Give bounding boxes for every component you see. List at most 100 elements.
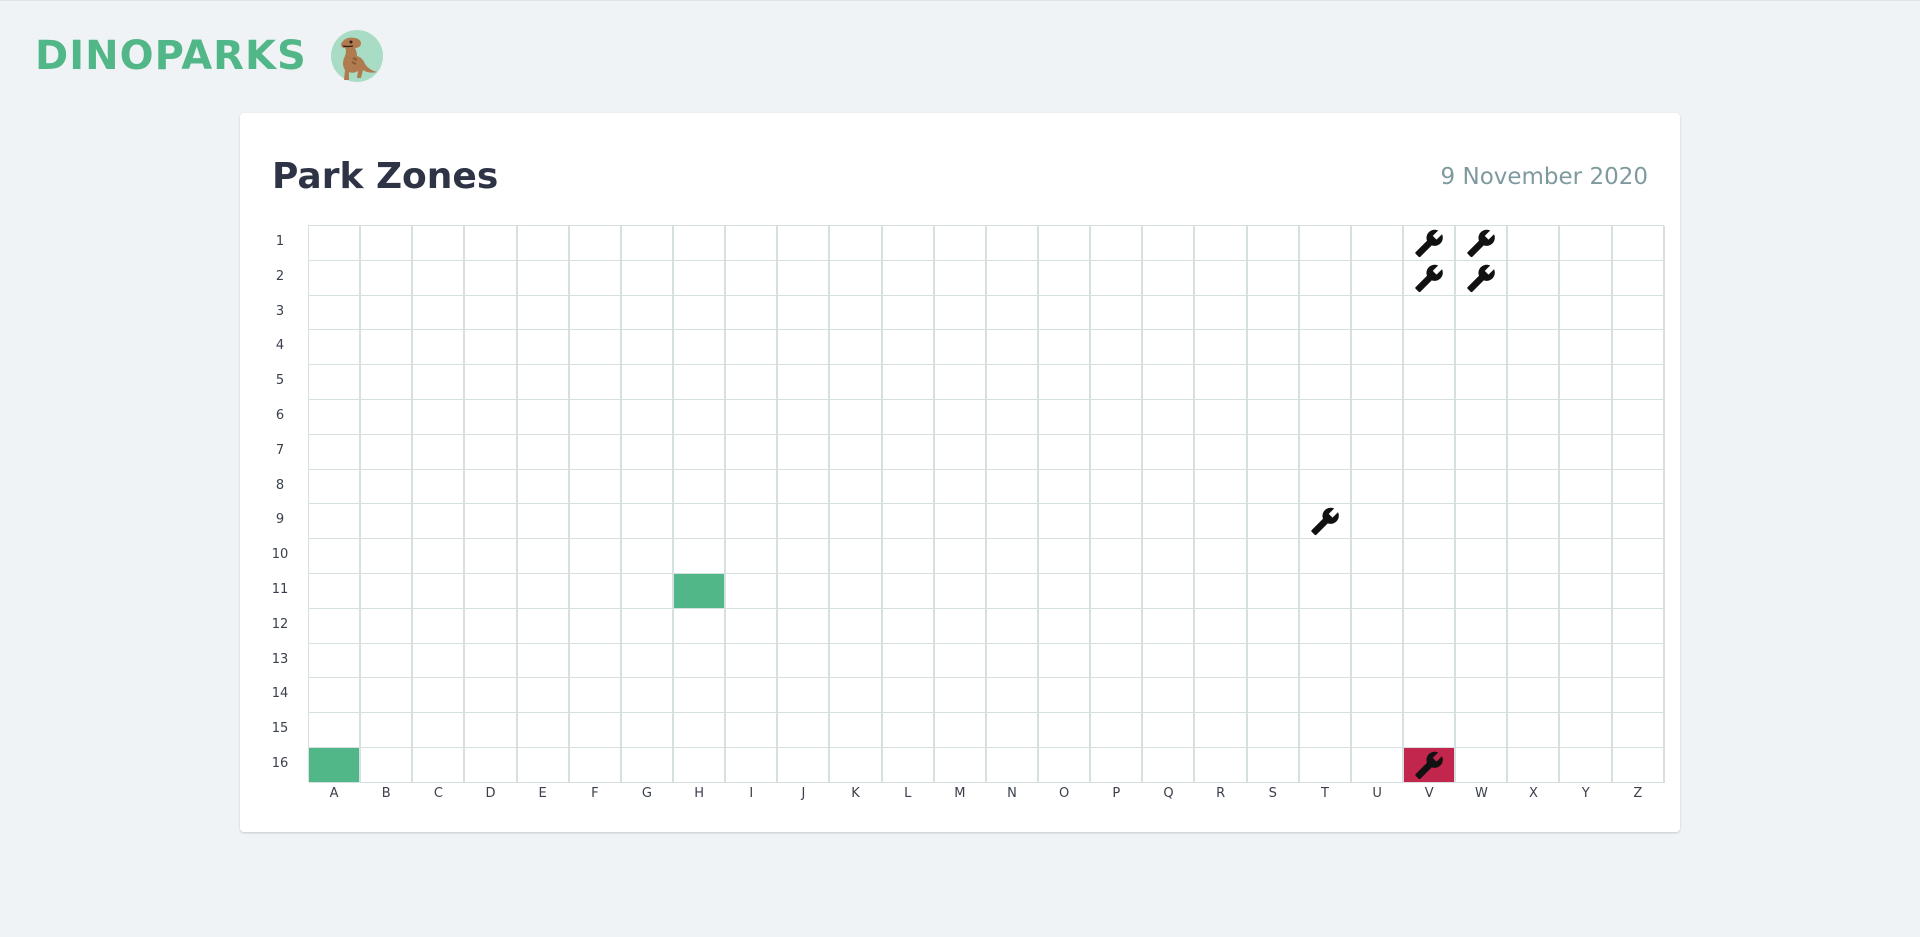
zone-cell-x1[interactable] bbox=[1508, 226, 1561, 261]
zone-cell-b11[interactable] bbox=[361, 573, 414, 609]
zone-cell-a13[interactable] bbox=[309, 643, 362, 679]
zone-cell-n2[interactable] bbox=[986, 260, 1039, 296]
zone-cell-k13[interactable] bbox=[830, 643, 883, 679]
zone-cell-j13[interactable] bbox=[778, 643, 831, 679]
zone-cell-g16[interactable] bbox=[621, 747, 674, 783]
zone-cell-m1[interactable] bbox=[934, 226, 987, 261]
zone-cell-a16[interactable] bbox=[309, 747, 362, 783]
zone-cell-g3[interactable] bbox=[621, 295, 674, 331]
zone-cell-d12[interactable] bbox=[465, 608, 518, 644]
zone-cell-i7[interactable] bbox=[726, 434, 779, 470]
zone-cell-b4[interactable] bbox=[361, 330, 414, 366]
zone-cell-c14[interactable] bbox=[413, 678, 466, 714]
zone-cell-v10[interactable] bbox=[1403, 539, 1457, 574]
zone-cell-g14[interactable] bbox=[621, 678, 674, 714]
zone-cell-f8[interactable] bbox=[569, 469, 622, 505]
zone-cell-a4[interactable] bbox=[309, 330, 362, 366]
zone-cell-n3[interactable] bbox=[986, 295, 1039, 331]
zone-cell-j2[interactable] bbox=[778, 260, 831, 296]
zone-cell-c12[interactable] bbox=[413, 608, 466, 644]
zone-cell-e2[interactable] bbox=[517, 260, 570, 296]
zone-cell-r7[interactable] bbox=[1195, 434, 1248, 470]
zone-cell-n11[interactable] bbox=[986, 573, 1039, 609]
zone-cell-t7[interactable] bbox=[1299, 434, 1352, 470]
zone-cell-a10[interactable] bbox=[309, 539, 362, 574]
zone-cell-w8[interactable] bbox=[1456, 469, 1509, 505]
zone-cell-x11[interactable] bbox=[1508, 573, 1561, 609]
zone-cell-w4[interactable] bbox=[1456, 330, 1509, 366]
zone-cell-y13[interactable] bbox=[1560, 643, 1613, 679]
zone-cell-a15[interactable] bbox=[309, 713, 362, 748]
zone-cell-f3[interactable] bbox=[569, 295, 622, 331]
zone-cell-g10[interactable] bbox=[621, 539, 674, 574]
zone-cell-y8[interactable] bbox=[1560, 469, 1613, 505]
zone-cell-z12[interactable] bbox=[1612, 608, 1665, 644]
zone-cell-d9[interactable] bbox=[465, 504, 518, 540]
zone-cell-d6[interactable] bbox=[465, 399, 518, 435]
zone-cell-a6[interactable] bbox=[309, 399, 362, 435]
zone-cell-h10[interactable] bbox=[673, 539, 727, 574]
zone-cell-l2[interactable] bbox=[882, 260, 935, 296]
zone-cell-k6[interactable] bbox=[830, 399, 883, 435]
zone-cell-h2[interactable] bbox=[673, 260, 727, 296]
zone-cell-u4[interactable] bbox=[1351, 330, 1404, 366]
zone-cell-n9[interactable] bbox=[986, 504, 1039, 540]
zone-cell-n12[interactable] bbox=[986, 608, 1039, 644]
zone-cell-h15[interactable] bbox=[673, 713, 727, 748]
zone-cell-k1[interactable] bbox=[830, 226, 883, 261]
zone-cell-o14[interactable] bbox=[1038, 678, 1092, 714]
zone-cell-k16[interactable] bbox=[830, 747, 883, 783]
zone-cell-n7[interactable] bbox=[986, 434, 1039, 470]
zone-cell-l12[interactable] bbox=[882, 608, 935, 644]
zone-cell-a1[interactable] bbox=[309, 226, 362, 261]
zone-cell-l15[interactable] bbox=[882, 713, 935, 748]
zone-cell-j10[interactable] bbox=[778, 539, 831, 574]
zone-cell-x14[interactable] bbox=[1508, 678, 1561, 714]
zone-cell-j12[interactable] bbox=[778, 608, 831, 644]
zone-cell-w15[interactable] bbox=[1456, 713, 1509, 748]
zone-cell-p10[interactable] bbox=[1091, 539, 1144, 574]
zone-cell-i9[interactable] bbox=[726, 504, 779, 540]
zone-cell-i14[interactable] bbox=[726, 678, 779, 714]
zone-cell-d8[interactable] bbox=[465, 469, 518, 505]
zone-cell-x8[interactable] bbox=[1508, 469, 1561, 505]
zone-cell-u11[interactable] bbox=[1351, 573, 1404, 609]
zone-cell-c4[interactable] bbox=[413, 330, 466, 366]
zone-cell-r14[interactable] bbox=[1195, 678, 1248, 714]
zone-cell-k7[interactable] bbox=[830, 434, 883, 470]
zone-cell-p16[interactable] bbox=[1091, 747, 1144, 783]
zone-cell-v6[interactable] bbox=[1403, 399, 1457, 435]
zone-cell-e8[interactable] bbox=[517, 469, 570, 505]
zone-cell-g6[interactable] bbox=[621, 399, 674, 435]
zone-cell-u7[interactable] bbox=[1351, 434, 1404, 470]
zone-cell-y2[interactable] bbox=[1560, 260, 1613, 296]
zone-cell-d3[interactable] bbox=[465, 295, 518, 331]
zone-cell-q11[interactable] bbox=[1143, 573, 1196, 609]
zone-cell-r3[interactable] bbox=[1195, 295, 1248, 331]
zone-cell-q6[interactable] bbox=[1143, 399, 1196, 435]
zone-cell-a14[interactable] bbox=[309, 678, 362, 714]
zone-cell-y9[interactable] bbox=[1560, 504, 1613, 540]
zone-cell-s4[interactable] bbox=[1247, 330, 1300, 366]
zone-cell-y7[interactable] bbox=[1560, 434, 1613, 470]
zone-cell-v9[interactable] bbox=[1403, 504, 1457, 540]
zone-cell-r11[interactable] bbox=[1195, 573, 1248, 609]
zone-cell-e4[interactable] bbox=[517, 330, 570, 366]
zone-cell-i4[interactable] bbox=[726, 330, 779, 366]
zone-cell-k5[interactable] bbox=[830, 365, 883, 400]
zone-cell-w16[interactable] bbox=[1456, 747, 1509, 783]
zone-cell-v11[interactable] bbox=[1403, 573, 1457, 609]
zone-cell-c11[interactable] bbox=[413, 573, 466, 609]
zone-cell-k10[interactable] bbox=[830, 539, 883, 574]
zone-cell-e14[interactable] bbox=[517, 678, 570, 714]
zone-cell-m14[interactable] bbox=[934, 678, 987, 714]
zone-cell-k2[interactable] bbox=[830, 260, 883, 296]
zone-cell-i12[interactable] bbox=[726, 608, 779, 644]
zone-cell-d14[interactable] bbox=[465, 678, 518, 714]
zone-cell-e3[interactable] bbox=[517, 295, 570, 331]
zone-cell-t9[interactable] bbox=[1299, 504, 1352, 540]
zone-cell-t4[interactable] bbox=[1299, 330, 1352, 366]
zone-cell-o5[interactable] bbox=[1038, 365, 1092, 400]
zone-cell-s13[interactable] bbox=[1247, 643, 1300, 679]
zone-cell-q1[interactable] bbox=[1143, 226, 1196, 261]
